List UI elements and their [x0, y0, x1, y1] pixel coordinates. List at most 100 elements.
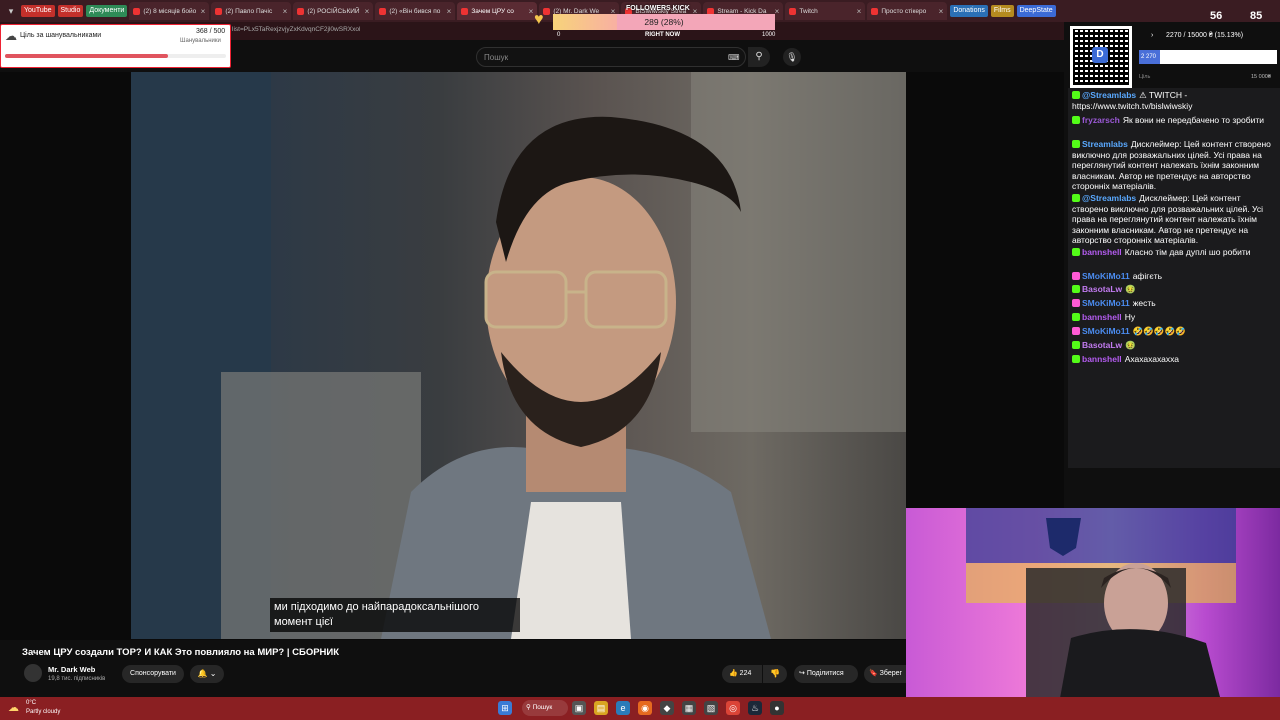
chat-message: SMoKiMo11 жесть	[1072, 298, 1276, 309]
app-icon-b[interactable]: ▦	[682, 701, 696, 715]
video-title: Зачем ЦРУ создали TOP? И КАК Это повлиял…	[22, 647, 340, 658]
channel-name[interactable]: Mr. Dark Web	[48, 665, 95, 674]
followers-label: FOLLOWERS KICK	[626, 5, 690, 12]
browser-tab[interactable]: Twitch ×	[785, 2, 866, 20]
heart-icon: ♥	[534, 11, 544, 28]
tab-favicon-icon	[379, 7, 387, 15]
donation-max-label: 15 000₴	[1251, 74, 1271, 80]
chat-text: Ахахахахахха	[1124, 354, 1180, 364]
bookmark-youtube[interactable]: YouTube	[21, 5, 55, 17]
weather-description[interactable]: Partly cloudy	[26, 709, 60, 715]
chat-badge-icon	[1072, 194, 1080, 202]
taskbar-search[interactable]: ⚲ Пошук	[522, 700, 568, 716]
tab-favicon-icon	[461, 7, 469, 15]
browser-tab[interactable]: (2) РОСІЙСЬКИЙ ×	[293, 2, 374, 20]
chat-message: Streamlabs Дисклеймер: Цей контент створе…	[1072, 139, 1276, 192]
bell-icon: 🔔 ⌄	[197, 669, 217, 678]
chat-username[interactable]: bannshell	[1082, 247, 1122, 257]
save-button[interactable]: 🔖 Зберег	[864, 665, 908, 683]
chat-badge-icon	[1072, 313, 1080, 321]
channel-avatar[interactable]	[24, 664, 42, 682]
chat-message: fryzarsch Як вони не передбачено то зроби…	[1072, 115, 1276, 126]
video-frame[interactable]	[131, 72, 906, 639]
weather-temperature[interactable]: 0°C	[26, 700, 36, 706]
steam-icon[interactable]: ♨	[748, 701, 762, 715]
close-icon[interactable]: ×	[447, 7, 452, 16]
chat-username[interactable]: bannshell	[1082, 312, 1122, 322]
chat-message: SMoKiMo11 афігєть	[1072, 271, 1276, 282]
bookmark-icon: 🔖	[869, 670, 880, 677]
chat-badge-icon	[1072, 116, 1080, 124]
chat-badge-icon	[1072, 91, 1080, 99]
browser-menu-icon[interactable]: ▾	[4, 4, 18, 18]
chat-username[interactable]: @Streamlabs	[1082, 193, 1136, 203]
goal-progress-fill	[5, 54, 168, 58]
browser-tab[interactable]: (2) «Він бився по ×	[375, 2, 456, 20]
chat-username[interactable]: @Streamlabs	[1082, 90, 1136, 100]
windows-start-icon[interactable]: ⊞	[498, 701, 512, 715]
bookmark-item[interactable]: DeepState	[1016, 5, 1056, 17]
chat-badge-icon	[1072, 355, 1080, 363]
edge-icon[interactable]: e	[616, 701, 630, 715]
firefox-icon[interactable]: ◉	[638, 701, 652, 715]
chat-text: 🤣🤣🤣🤣🤣	[1132, 326, 1186, 336]
chrome-icon[interactable]: ◎	[726, 701, 740, 715]
file-explorer-icon[interactable]: ▤	[594, 701, 608, 715]
chat-badge-icon	[1072, 140, 1080, 148]
close-icon[interactable]: ×	[775, 7, 780, 16]
chat-username[interactable]: BasotaLw	[1082, 284, 1122, 294]
bookmark-studio[interactable]: Studio	[57, 5, 84, 17]
chat-username[interactable]: SMoKiMo11	[1082, 326, 1130, 336]
tab-favicon-icon	[297, 7, 305, 15]
bookmark-item[interactable]: Films	[990, 5, 1014, 17]
search-input[interactable]	[476, 47, 746, 67]
chat-username[interactable]: SMoKiMo11	[1082, 298, 1130, 308]
like-button[interactable]: 👍 224	[722, 665, 762, 683]
donation-goal-header: 2270 / 15000 ₴ (15.13%)	[1166, 32, 1244, 39]
chat-badge-icon	[1072, 285, 1080, 293]
chat-username[interactable]: fryzarsch	[1082, 115, 1120, 125]
app-icon-a[interactable]: ◆	[660, 701, 674, 715]
url-text[interactable]: list=PLx5TaRexjzvjyZxKdvqnCF2jl0wSRXxol	[232, 26, 360, 33]
chat-username[interactable]: bannshell	[1082, 354, 1122, 364]
app-icon-c[interactable]: ▧	[704, 701, 718, 715]
tab-title: (2) 8 місяців бойо	[143, 7, 197, 15]
tab-title: (2) Павло Пачіс	[225, 7, 273, 15]
share-button[interactable]: ↪ Поділитися	[794, 665, 858, 683]
task-view-icon[interactable]: ▣	[572, 701, 586, 715]
channel-subscriber-count: 19,8 тис. підписників	[48, 676, 106, 682]
chat-text: жесть	[1132, 298, 1156, 308]
weather-icon[interactable]: ☁	[8, 701, 19, 714]
voice-search-button[interactable]: 🎙	[783, 48, 801, 66]
bookmark-item[interactable]: Donations	[950, 5, 988, 17]
close-icon[interactable]: ×	[939, 7, 944, 16]
close-icon[interactable]: ×	[283, 7, 288, 16]
donation-progress-fill: 2 270	[1139, 50, 1160, 64]
chat-badge-icon	[1072, 248, 1080, 256]
dislike-button[interactable]: 👎	[763, 665, 787, 683]
close-icon[interactable]: ×	[857, 7, 862, 16]
goal-label: Ціль за шанувальниками	[20, 32, 102, 39]
like-count: 224	[739, 670, 752, 677]
bookmark-documents[interactable]: Документи	[86, 5, 128, 17]
goal-icon: ☁	[5, 29, 17, 43]
close-icon[interactable]: ×	[365, 7, 370, 16]
chat-username[interactable]: SMoKiMo11	[1082, 271, 1130, 281]
search-button[interactable]: ⚲	[748, 47, 770, 67]
browser-tab[interactable]: (2) Павло Пачіс ×	[211, 2, 292, 20]
browser-tab[interactable]: Просто стікеро ×	[867, 2, 948, 20]
browser-tab[interactable]: Зачем ЦРУ со ×	[457, 2, 538, 20]
video-scene-person	[131, 72, 906, 639]
close-icon[interactable]: ×	[201, 7, 206, 16]
browser-tab[interactable]: (2) 8 місяців бойо ×	[129, 2, 210, 20]
obs-icon[interactable]: ●	[770, 701, 784, 715]
sponsor-button[interactable]: Спонсорувати	[122, 665, 184, 683]
chat-message: bannshell Ахахахахахха	[1072, 354, 1276, 365]
chat-username[interactable]: BasotaLw	[1082, 340, 1122, 350]
notifications-button[interactable]: 🔔 ⌄	[190, 665, 224, 683]
chat-message: bannshell Ну	[1072, 312, 1276, 323]
share-label: Поділитися	[806, 670, 844, 677]
close-icon[interactable]: ×	[529, 7, 534, 16]
chat-username[interactable]: Streamlabs	[1082, 139, 1128, 149]
keyboard-icon[interactable]: ⌨	[728, 53, 740, 62]
